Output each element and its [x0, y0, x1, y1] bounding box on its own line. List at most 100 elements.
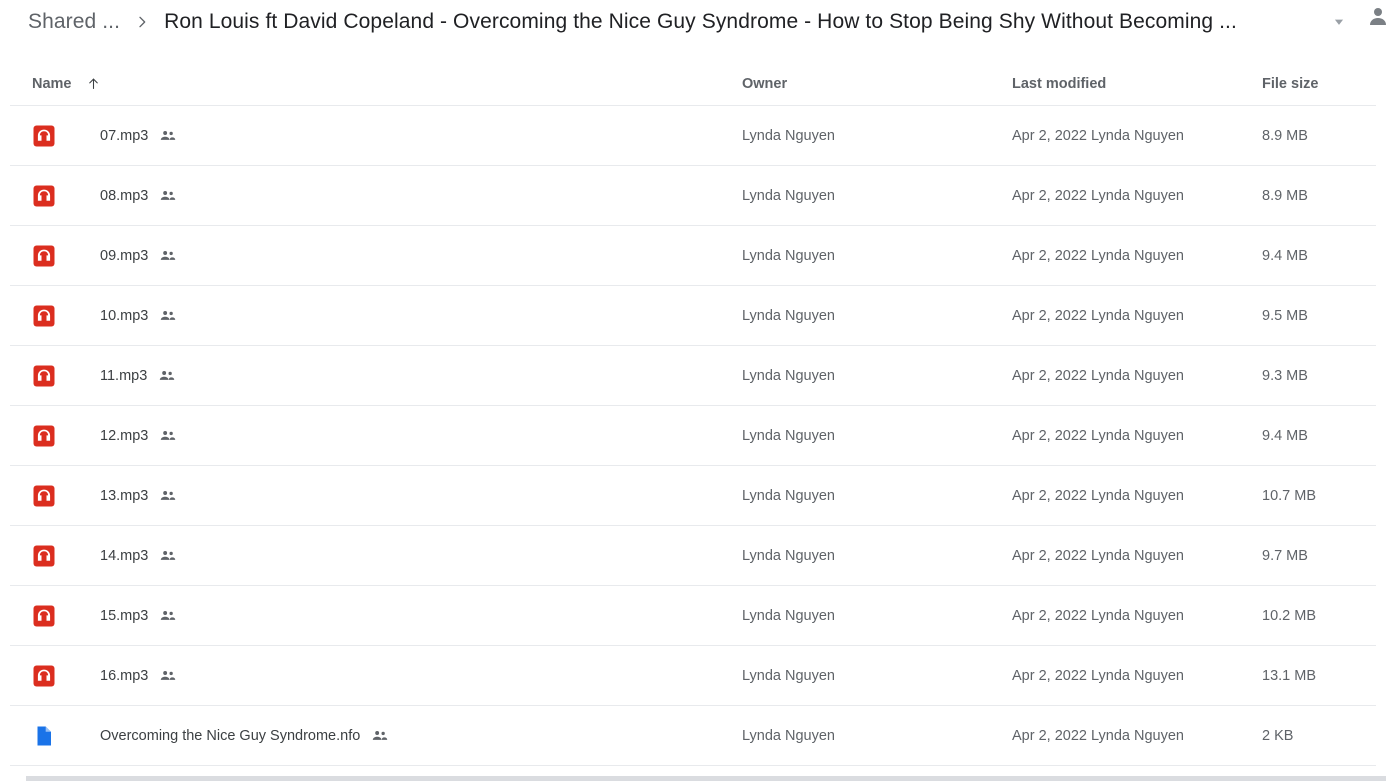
table-row[interactable]: 11.mp3 Lynda Nguyen Apr 2, 2022 Lynda Nguy… — [10, 346, 1376, 406]
audio-file-icon — [32, 544, 56, 568]
owner-cell: Lynda Nguyen — [742, 607, 835, 624]
audio-file-icon — [32, 424, 56, 448]
file-size-cell: 9.3 MB — [1262, 367, 1308, 384]
table-row[interactable]: 10.mp3 Lynda Nguyen Apr 2, 2022 Lynda Nguy… — [10, 286, 1376, 346]
shared-people-icon — [159, 247, 177, 265]
table-row[interactable]: Overcoming the Nice Guy Syndrome.nfo Lynd… — [10, 706, 1376, 766]
last-modified-cell: Apr 2, 2022 Lynda Nguyen — [1012, 547, 1184, 564]
audio-file-icon — [32, 304, 56, 328]
file-name-label: 09.mp3 — [100, 247, 149, 264]
shared-people-icon — [159, 667, 177, 685]
file-name-label: 08.mp3 — [100, 187, 149, 204]
audio-file-icon — [32, 124, 56, 148]
document-file-icon — [32, 724, 56, 748]
owner-cell: Lynda Nguyen — [742, 487, 835, 504]
file-size-cell: 2 KB — [1262, 727, 1294, 744]
file-size-cell: 9.4 MB — [1262, 427, 1308, 444]
file-size-cell: 10.2 MB — [1262, 607, 1316, 624]
column-header-name-label: Name — [32, 75, 72, 92]
owner-cell: Lynda Nguyen — [742, 367, 835, 384]
last-modified-cell: Apr 2, 2022 Lynda Nguyen — [1012, 127, 1184, 144]
file-size-cell: 10.7 MB — [1262, 487, 1316, 504]
breadcrumb-parent-link[interactable]: Shared ... — [28, 10, 120, 34]
owner-cell: Lynda Nguyen — [742, 187, 835, 204]
file-name-label: 11.mp3 — [100, 367, 148, 384]
last-modified-cell: Apr 2, 2022 Lynda Nguyen — [1012, 487, 1184, 504]
owner-cell: Lynda Nguyen — [742, 127, 835, 144]
file-name-label: 07.mp3 — [100, 127, 149, 144]
shared-people-icon — [371, 727, 389, 745]
file-name-cell[interactable]: 08.mp3 — [10, 184, 742, 208]
person-icon[interactable] — [1366, 4, 1386, 28]
file-name-cell[interactable]: 16.mp3 — [10, 664, 742, 688]
owner-cell: Lynda Nguyen — [742, 547, 835, 564]
table-row[interactable]: 07.mp3 Lynda Nguyen Apr 2, 2022 Lynda Nguy… — [10, 106, 1376, 166]
table-row[interactable]: 09.mp3 Lynda Nguyen Apr 2, 2022 Lynda Nguy… — [10, 226, 1376, 286]
column-header-name[interactable]: Name — [10, 76, 742, 92]
owner-cell: Lynda Nguyen — [742, 427, 835, 444]
owner-cell: Lynda Nguyen — [742, 727, 835, 744]
column-header-owner[interactable]: Owner — [742, 76, 1012, 92]
table-row[interactable]: 16.mp3 Lynda Nguyen Apr 2, 2022 Lynda Nguy… — [10, 646, 1376, 706]
file-name-cell[interactable]: 14.mp3 — [10, 544, 742, 568]
last-modified-cell: Apr 2, 2022 Lynda Nguyen — [1012, 607, 1184, 624]
audio-file-icon — [32, 184, 56, 208]
file-name-cell[interactable]: 15.mp3 — [10, 604, 742, 628]
file-size-cell: 9.7 MB — [1262, 547, 1308, 564]
file-name-label: 14.mp3 — [100, 547, 149, 564]
chevron-right-icon — [120, 14, 164, 30]
audio-file-icon — [32, 244, 56, 268]
file-size-cell: 13.1 MB — [1262, 667, 1316, 684]
last-modified-cell: Apr 2, 2022 Lynda Nguyen — [1012, 727, 1184, 744]
audio-file-icon — [32, 664, 56, 688]
table-row[interactable]: 13.mp3 Lynda Nguyen Apr 2, 2022 Lynda Nguy… — [10, 466, 1376, 526]
file-name-label: 13.mp3 — [100, 487, 149, 504]
table-header-row: Name Owner Last modified File size — [10, 62, 1376, 106]
file-size-cell: 9.5 MB — [1262, 307, 1308, 324]
audio-file-icon — [32, 604, 56, 628]
breadcrumb: Shared ... Ron Louis ft David Copeland -… — [0, 0, 1386, 44]
file-name-label: 15.mp3 — [100, 607, 149, 624]
file-name-label: Overcoming the Nice Guy Syndrome.nfo — [100, 727, 361, 744]
file-size-cell: 8.9 MB — [1262, 187, 1308, 204]
last-modified-cell: Apr 2, 2022 Lynda Nguyen — [1012, 667, 1184, 684]
owner-cell: Lynda Nguyen — [742, 667, 835, 684]
file-size-cell: 9.4 MB — [1262, 247, 1308, 264]
owner-cell: Lynda Nguyen — [742, 247, 835, 264]
shared-people-icon — [159, 307, 177, 325]
last-modified-cell: Apr 2, 2022 Lynda Nguyen — [1012, 247, 1184, 264]
arrow-up-icon[interactable] — [86, 76, 101, 91]
audio-file-icon — [32, 364, 56, 388]
shared-people-icon — [159, 127, 177, 145]
shared-people-icon — [159, 427, 177, 445]
file-name-cell[interactable]: 07.mp3 — [10, 124, 742, 148]
chevron-down-icon[interactable] — [1328, 11, 1350, 33]
file-name-cell[interactable]: 12.mp3 — [10, 424, 742, 448]
shared-people-icon — [159, 547, 177, 565]
last-modified-cell: Apr 2, 2022 Lynda Nguyen — [1012, 427, 1184, 444]
table-row[interactable]: 08.mp3 Lynda Nguyen Apr 2, 2022 Lynda Nguy… — [10, 166, 1376, 226]
shared-people-icon — [159, 187, 177, 205]
file-name-label: 10.mp3 — [100, 307, 149, 324]
file-name-cell[interactable]: 09.mp3 — [10, 244, 742, 268]
table-row[interactable]: 12.mp3 Lynda Nguyen Apr 2, 2022 Lynda Nguy… — [10, 406, 1376, 466]
file-name-cell[interactable]: 11.mp3 — [10, 364, 742, 388]
column-header-last-modified[interactable]: Last modified — [1012, 76, 1262, 92]
table-row[interactable]: 14.mp3 Lynda Nguyen Apr 2, 2022 Lynda Nguy… — [10, 526, 1376, 586]
last-modified-cell: Apr 2, 2022 Lynda Nguyen — [1012, 367, 1184, 384]
table-row[interactable]: 15.mp3 Lynda Nguyen Apr 2, 2022 Lynda Nguy… — [10, 586, 1376, 646]
last-modified-cell: Apr 2, 2022 Lynda Nguyen — [1012, 307, 1184, 324]
column-header-file-size[interactable]: File size — [1262, 76, 1376, 92]
file-name-cell[interactable]: Overcoming the Nice Guy Syndrome.nfo — [10, 724, 742, 748]
audio-file-icon — [32, 484, 56, 508]
owner-cell: Lynda Nguyen — [742, 307, 835, 324]
file-name-label: 16.mp3 — [100, 667, 149, 684]
horizontal-scrollbar[interactable] — [26, 776, 1386, 781]
breadcrumb-current-folder[interactable]: Ron Louis ft David Copeland - Overcoming… — [164, 10, 1237, 34]
file-size-cell: 8.9 MB — [1262, 127, 1308, 144]
file-name-label: 12.mp3 — [100, 427, 149, 444]
file-name-cell[interactable]: 13.mp3 — [10, 484, 742, 508]
last-modified-cell: Apr 2, 2022 Lynda Nguyen — [1012, 187, 1184, 204]
file-name-cell[interactable]: 10.mp3 — [10, 304, 742, 328]
file-list: 07.mp3 Lynda Nguyen Apr 2, 2022 Lynda Nguy… — [0, 106, 1386, 766]
